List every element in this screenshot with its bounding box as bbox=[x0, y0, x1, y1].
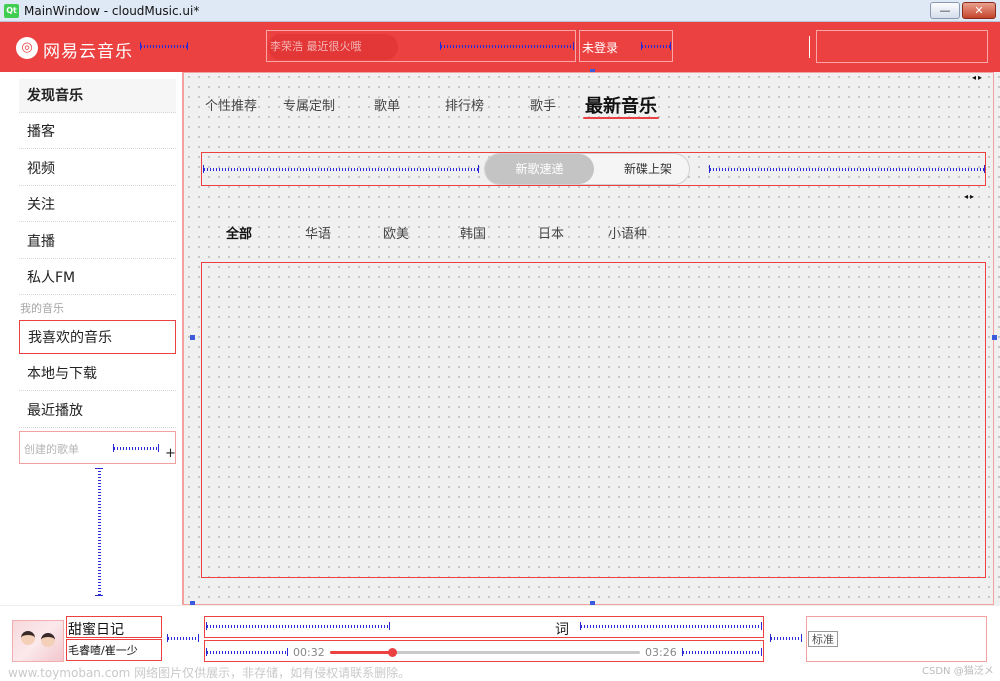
controls-spacer-right bbox=[580, 622, 762, 630]
total-time: 03:26 bbox=[645, 646, 677, 659]
region-korea[interactable]: 韩国 bbox=[460, 223, 486, 242]
region-scroll-arrows-icon[interactable]: ◂▸ bbox=[964, 192, 976, 201]
quality-button[interactable]: 标准 bbox=[808, 631, 838, 647]
window-title: MainWindow - cloudMusic.ui* bbox=[24, 4, 200, 18]
controls-spacer-left bbox=[206, 622, 390, 630]
sidebar-item-liked-music[interactable]: 我喜欢的音乐 bbox=[19, 320, 176, 354]
region-japan[interactable]: 日本 bbox=[538, 223, 564, 242]
region-all[interactable]: 全部 bbox=[226, 223, 252, 242]
header-spacer-middle bbox=[440, 42, 574, 50]
close-button[interactable]: ✕ bbox=[962, 2, 996, 19]
login-button[interactable]: 未登录 bbox=[582, 39, 618, 56]
tab-playlists[interactable]: 歌单 bbox=[374, 95, 400, 114]
progress-fill bbox=[330, 651, 392, 654]
player-spacer-right bbox=[770, 634, 802, 642]
sidebar-item-video[interactable]: 视频 bbox=[19, 152, 176, 186]
new-songs-toggle[interactable]: 新歌速递 bbox=[485, 154, 594, 184]
minimize-button[interactable]: — bbox=[930, 2, 960, 19]
toggle-spacer-right bbox=[709, 165, 985, 173]
header-spacer-left bbox=[140, 42, 188, 50]
sidebar-item-fm[interactable]: 私人FM bbox=[19, 261, 176, 295]
header-right-frame bbox=[816, 30, 988, 63]
album-cover[interactable] bbox=[12, 620, 64, 662]
person-icon bbox=[41, 633, 55, 647]
sidebar-item-podcast[interactable]: 播客 bbox=[19, 115, 176, 149]
tab-singers[interactable]: 歌手 bbox=[530, 95, 556, 114]
progress-spacer-right bbox=[682, 648, 762, 656]
header-spacer-login bbox=[641, 42, 671, 50]
created-playlist-label: 创建的歌单 bbox=[24, 443, 79, 456]
player-spacer-left bbox=[167, 634, 199, 642]
tab-personal-recommend[interactable]: 个性推荐 bbox=[205, 95, 257, 114]
region-minor-languages[interactable]: 小语种 bbox=[608, 223, 647, 242]
new-albums-toggle[interactable]: 新碟上架 bbox=[604, 154, 692, 184]
sidebar-item-recent[interactable]: 最近播放 bbox=[19, 394, 176, 428]
qt-app-icon: Qt bbox=[4, 4, 19, 18]
add-playlist-button[interactable]: + bbox=[165, 446, 176, 461]
region-chinese[interactable]: 华语 bbox=[305, 223, 331, 242]
sidebar-section-label: 我的音乐 bbox=[20, 302, 64, 315]
netease-logo-icon: ◎ bbox=[16, 37, 38, 59]
tab-custom[interactable]: 专属定制 bbox=[283, 95, 335, 114]
song-title[interactable]: 甜蜜日记 bbox=[68, 619, 124, 639]
watermark-text: www.toymoban.com 网络图片仅供展示，非存储，如有侵权请联系删除。 bbox=[8, 666, 411, 680]
header-divider bbox=[809, 36, 810, 58]
current-time: 00:32 bbox=[293, 646, 325, 659]
search-input[interactable]: 李荣浩 最近很火哦 bbox=[268, 34, 398, 60]
progress-knob[interactable] bbox=[388, 648, 397, 657]
csdn-credit: CSDN @猫泛メ bbox=[922, 666, 994, 677]
person-icon bbox=[21, 631, 35, 645]
active-tab-indicator bbox=[583, 117, 659, 119]
lyrics-button[interactable]: 词 bbox=[555, 619, 569, 639]
toggle-spacer-left bbox=[203, 165, 479, 173]
tab-scroll-arrows-icon[interactable]: ◂▸ bbox=[972, 73, 984, 82]
song-list-area bbox=[201, 262, 986, 578]
app-logo-text: 网易云音乐 bbox=[43, 42, 133, 62]
tab-new-music[interactable]: 最新音乐 bbox=[585, 92, 657, 118]
song-artist[interactable]: 毛睿喳/崔一少 bbox=[68, 642, 138, 658]
progress-spacer-left bbox=[206, 648, 288, 656]
sidebar-item-local-downloads[interactable]: 本地与下载 bbox=[19, 357, 176, 391]
sidebar-item-discover[interactable]: 发现音乐 bbox=[19, 79, 176, 113]
sidebar-item-follow[interactable]: 关注 bbox=[19, 188, 176, 222]
sidebar-item-live[interactable]: 直播 bbox=[19, 225, 176, 259]
region-western[interactable]: 欧美 bbox=[383, 223, 409, 242]
sidebar-vertical-spacer bbox=[95, 468, 103, 596]
selection-handle[interactable] bbox=[992, 335, 997, 340]
created-playlist-spacer bbox=[113, 444, 159, 452]
selection-handle[interactable] bbox=[190, 335, 195, 340]
tab-charts[interactable]: 排行榜 bbox=[445, 95, 484, 114]
